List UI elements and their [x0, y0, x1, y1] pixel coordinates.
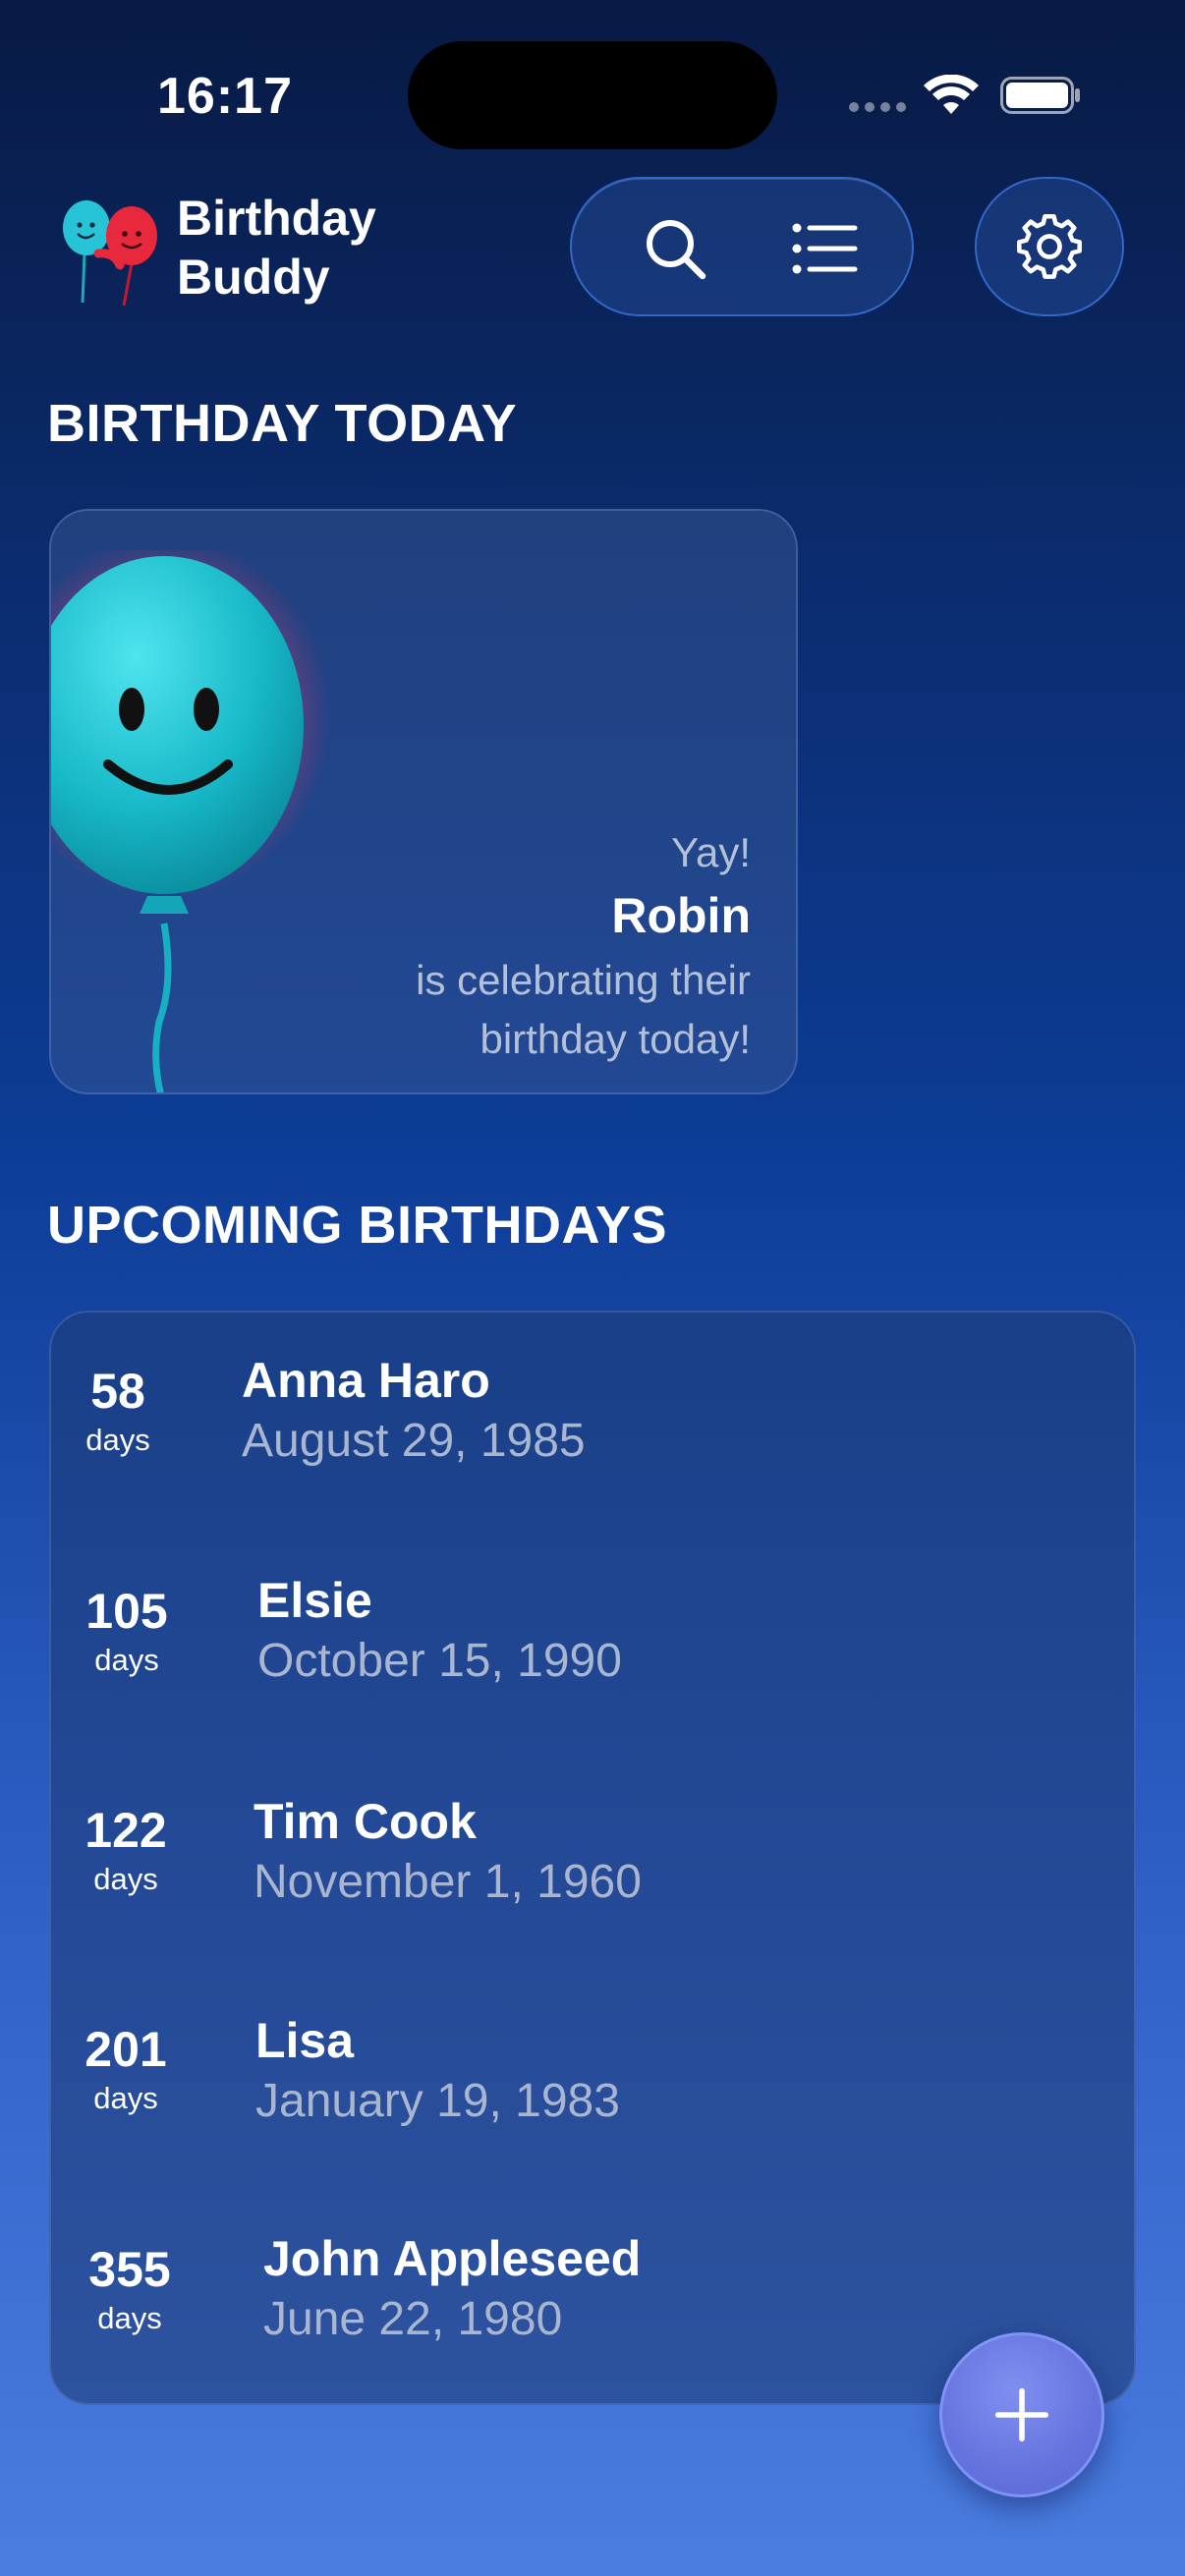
balloons-logo-icon: [63, 200, 157, 307]
status-time: 16:17: [157, 68, 293, 125]
celebrant-name: Robin: [611, 888, 751, 943]
toolbar-pill: [570, 177, 914, 316]
days-counter: 105 days: [73, 1582, 181, 1680]
plus-icon: [994, 2387, 1049, 2442]
person-name: Tim Cook: [254, 1794, 477, 1849]
section-title-today: BIRTHDAY TODAY: [47, 394, 518, 453]
list-icon: [792, 223, 858, 274]
birth-date: January 19, 1983: [255, 2075, 620, 2127]
days-counter: 122 days: [71, 1801, 181, 1899]
battery-icon: [1000, 77, 1080, 114]
days-counter: 58 days: [73, 1362, 163, 1460]
list-item[interactable]: 58 days Anna Haro August 29, 1985: [51, 1353, 1134, 1582]
today-text-block: Yay! Robin is celebrating their birthday…: [279, 825, 751, 1069]
person-name: John Appleseed: [263, 2231, 642, 2286]
yay-text: Yay!: [671, 829, 751, 875]
dynamic-island: [408, 41, 777, 149]
person-info: John Appleseed June 22, 1980: [263, 2228, 641, 2350]
add-birthday-button[interactable]: [939, 2332, 1104, 2497]
days-count: 105: [85, 1584, 168, 1639]
settings-button[interactable]: [975, 177, 1124, 316]
days-counter: 355 days: [75, 2240, 185, 2338]
celebration-message: is celebrating their birthday today!: [416, 957, 751, 1062]
days-label: days: [97, 2301, 162, 2335]
days-count: 122: [85, 1803, 167, 1858]
days-label: days: [93, 2081, 158, 2115]
person-info: Elsie October 15, 1990: [257, 1570, 622, 1692]
days-count: 201: [85, 2022, 167, 2077]
section-title-upcoming: UPCOMING BIRTHDAYS: [47, 1196, 668, 1255]
upcoming-list: 58 days Anna Haro August 29, 1985 105 da…: [49, 1311, 1136, 2405]
days-label: days: [85, 1423, 150, 1457]
days-counter: 201 days: [71, 2020, 181, 2118]
list-button[interactable]: [790, 214, 859, 283]
list-item[interactable]: 105 days Elsie October 15, 1990: [51, 1573, 1134, 1802]
days-count: 355: [88, 2242, 171, 2297]
list-item[interactable]: 122 days Tim Cook November 1, 1960: [51, 1794, 1134, 2021]
birth-date: August 29, 1985: [242, 1415, 586, 1467]
search-icon: [647, 220, 706, 280]
gear-icon: [1017, 213, 1082, 279]
days-label: days: [94, 1643, 159, 1677]
search-button[interactable]: [641, 214, 709, 283]
list-item[interactable]: 201 days Lisa January 19, 1983: [51, 2013, 1134, 2240]
cellular-signal-icon: [849, 102, 906, 112]
person-info: Lisa January 19, 1983: [255, 2010, 620, 2132]
person-name: Lisa: [255, 2013, 355, 2068]
app-title: Birthday Buddy: [177, 191, 376, 305]
birth-date: June 22, 1980: [263, 2293, 563, 2345]
birth-date: November 1, 1960: [254, 1856, 642, 1908]
person-name: Elsie: [257, 1573, 372, 1628]
person-info: Tim Cook November 1, 1960: [254, 1791, 642, 1913]
days-count: 58: [90, 1364, 145, 1419]
person-info: Anna Haro August 29, 1985: [242, 1350, 586, 1472]
days-label: days: [93, 1862, 158, 1896]
wifi-icon: [924, 75, 979, 114]
status-bar: 16:17: [0, 0, 1185, 187]
birthday-today-card[interactable]: Yay! Robin is celebrating their birthday…: [49, 509, 798, 1094]
birth-date: October 15, 1990: [257, 1635, 622, 1687]
person-name: Anna Haro: [242, 1353, 490, 1408]
